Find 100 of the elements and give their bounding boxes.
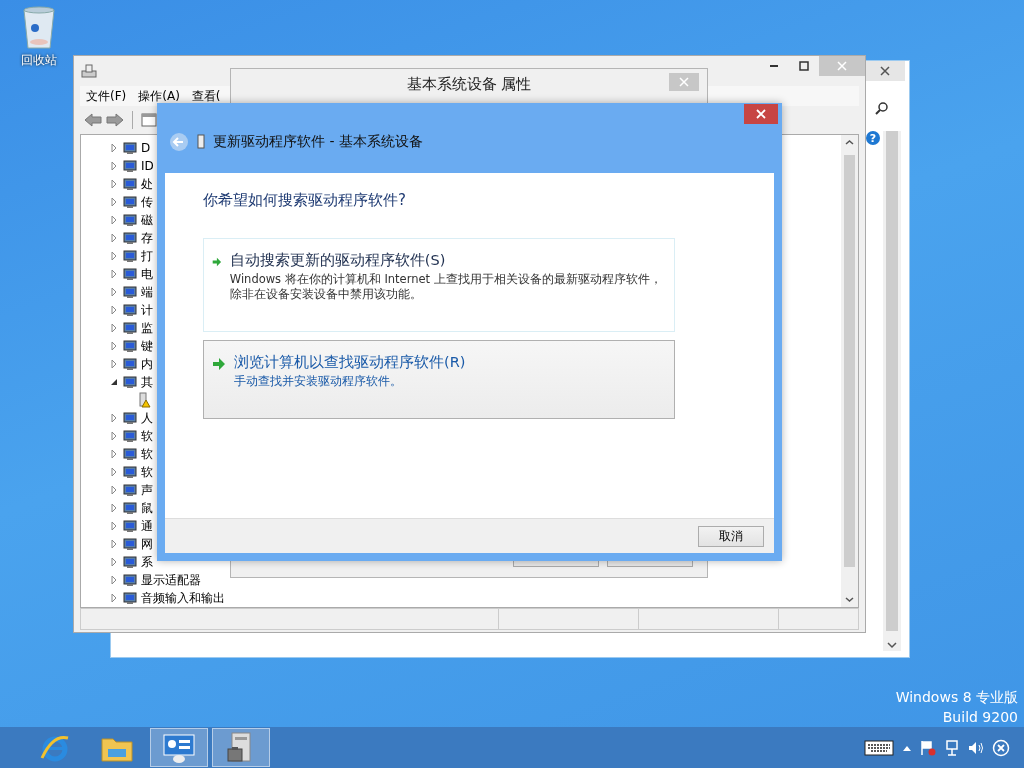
- back-icon[interactable]: [84, 112, 102, 128]
- scrollbar[interactable]: [841, 135, 858, 607]
- forward-icon[interactable]: [106, 112, 124, 128]
- scroll-down-icon[interactable]: [887, 641, 897, 649]
- window-title: 基本系统设备 属性: [406, 74, 532, 94]
- menu-item[interactable]: 操作(A): [138, 87, 180, 105]
- scroll-up-icon[interactable]: [845, 139, 854, 146]
- expand-arrow-icon[interactable]: [109, 323, 119, 333]
- flag-icon[interactable]: [920, 739, 936, 756]
- device-icon: [122, 176, 138, 192]
- menu-item[interactable]: 文件(F): [86, 87, 127, 105]
- tree-item[interactable]: 键: [141, 337, 153, 355]
- tree-item[interactable]: 传: [141, 193, 153, 211]
- tree-item[interactable]: D: [141, 141, 151, 155]
- expand-arrow-icon[interactable]: [109, 557, 119, 567]
- help-icon[interactable]: ?: [866, 131, 880, 145]
- question-heading: 你希望如何搜索驱动程序软件?: [203, 191, 407, 210]
- close-icon: [837, 61, 847, 71]
- tree-item[interactable]: 声: [141, 481, 153, 499]
- expand-arrow-icon[interactable]: [109, 215, 119, 225]
- taskbar-button[interactable]: [212, 728, 270, 767]
- warning-device-icon[interactable]: [137, 392, 151, 408]
- option-button[interactable]: 自动搜索更新的驱动程序软件(S) Windows 将在你的计算机和 Internet 上查找用于相关设备的最新驱动程序软件，除非在设备安装设备中禁用该功能。: [203, 238, 675, 332]
- expand-arrow-icon[interactable]: [109, 287, 119, 297]
- device-icon: [122, 518, 138, 534]
- tree-item[interactable]: 鼠: [141, 499, 153, 517]
- expand-arrow-icon[interactable]: [109, 233, 119, 243]
- tree-item[interactable]: 其: [141, 373, 153, 391]
- arrow-icon: [212, 357, 226, 371]
- device-icon: [122, 140, 138, 156]
- expand-arrow-icon[interactable]: [109, 431, 119, 441]
- tree-item[interactable]: 系: [141, 553, 153, 571]
- expand-arrow-icon[interactable]: [109, 521, 119, 531]
- tree-item[interactable]: 计: [141, 301, 153, 319]
- expand-arrow-icon[interactable]: [109, 449, 119, 459]
- expand-arrow-icon[interactable]: [109, 161, 119, 171]
- expand-arrow-icon[interactable]: [109, 503, 119, 513]
- device-icon: [122, 158, 138, 174]
- tree-item[interactable]: 处: [141, 175, 153, 193]
- maximize-icon: [799, 61, 809, 71]
- tree-item[interactable]: 网: [141, 535, 153, 553]
- window-icon[interactable]: [141, 113, 157, 127]
- tree-item[interactable]: 端: [141, 283, 153, 301]
- device-icon: [122, 536, 138, 552]
- option-button[interactable]: 浏览计算机以查找驱动程序软件(R) 手动查找并安装驱动程序软件。: [203, 340, 675, 419]
- expand-arrow-icon[interactable]: [109, 539, 119, 549]
- tree-item[interactable]: 监: [141, 319, 153, 337]
- device-icon: [122, 500, 138, 516]
- device-icon: [122, 320, 138, 336]
- arrow-icon: [212, 255, 222, 269]
- tree-item[interactable]: 内: [141, 355, 153, 373]
- tree-item[interactable]: 电: [141, 265, 153, 283]
- collapse-arrow-icon[interactable]: [109, 377, 119, 387]
- close-icon: [679, 77, 689, 87]
- device-icon: [122, 212, 138, 228]
- network-icon[interactable]: [944, 739, 960, 756]
- watermark-text: Build 9200: [942, 709, 1018, 725]
- tree-item[interactable]: 磁: [141, 211, 153, 229]
- expand-arrow-icon[interactable]: [109, 467, 119, 477]
- tree-item[interactable]: 软: [141, 463, 153, 481]
- close-button[interactable]: [744, 104, 778, 124]
- device-icon: [122, 284, 138, 300]
- expand-arrow-icon[interactable]: [109, 269, 119, 279]
- device-icon: [122, 374, 138, 390]
- device-icon: [122, 248, 138, 264]
- tree-item[interactable]: 音频输入和输出: [141, 589, 225, 607]
- control-panel-icon: [161, 731, 197, 764]
- taskbar-button[interactable]: [150, 728, 208, 767]
- tree-item[interactable]: 打: [141, 247, 153, 265]
- expand-arrow-icon[interactable]: [109, 143, 119, 153]
- expand-arrow-icon[interactable]: [109, 413, 119, 423]
- expand-arrow-icon[interactable]: [109, 341, 119, 351]
- scroll-down-icon[interactable]: [845, 596, 854, 603]
- tree-item[interactable]: 软: [141, 445, 153, 463]
- tree-item[interactable]: 显示适配器: [141, 571, 201, 589]
- tree-item[interactable]: 人: [141, 409, 153, 427]
- scrollbar[interactable]: [883, 131, 901, 651]
- device-icon: [122, 410, 138, 426]
- expand-arrow-icon[interactable]: [109, 485, 119, 495]
- device-icon: [122, 554, 138, 570]
- keyboard-icon[interactable]: [864, 739, 894, 756]
- expand-arrow-icon[interactable]: [109, 197, 119, 207]
- expand-arrow-icon[interactable]: [109, 575, 119, 585]
- expand-arrow-icon[interactable]: [109, 305, 119, 315]
- expand-arrow-icon[interactable]: [109, 251, 119, 261]
- close-button[interactable]: [865, 61, 905, 81]
- tree-item[interactable]: 通: [141, 517, 153, 535]
- menu-item[interactable]: 查看(: [191, 87, 221, 105]
- tree-item[interactable]: ID: [141, 159, 154, 173]
- close-icon: [880, 66, 890, 76]
- search-icon[interactable]: [875, 101, 889, 115]
- expand-arrow-icon[interactable]: [109, 179, 119, 189]
- cancel-button[interactable]: 取消: [698, 525, 764, 547]
- wizard-title: 更新驱动程序软件 - 基本系统设备: [213, 133, 423, 151]
- close-circle-icon[interactable]: [992, 738, 1010, 757]
- tree-item[interactable]: 存: [141, 229, 153, 247]
- tree-item[interactable]: 软: [141, 427, 153, 445]
- back-icon[interactable]: [169, 132, 189, 152]
- expand-arrow-icon[interactable]: [109, 359, 119, 369]
- expand-arrow-icon[interactable]: [109, 593, 119, 603]
